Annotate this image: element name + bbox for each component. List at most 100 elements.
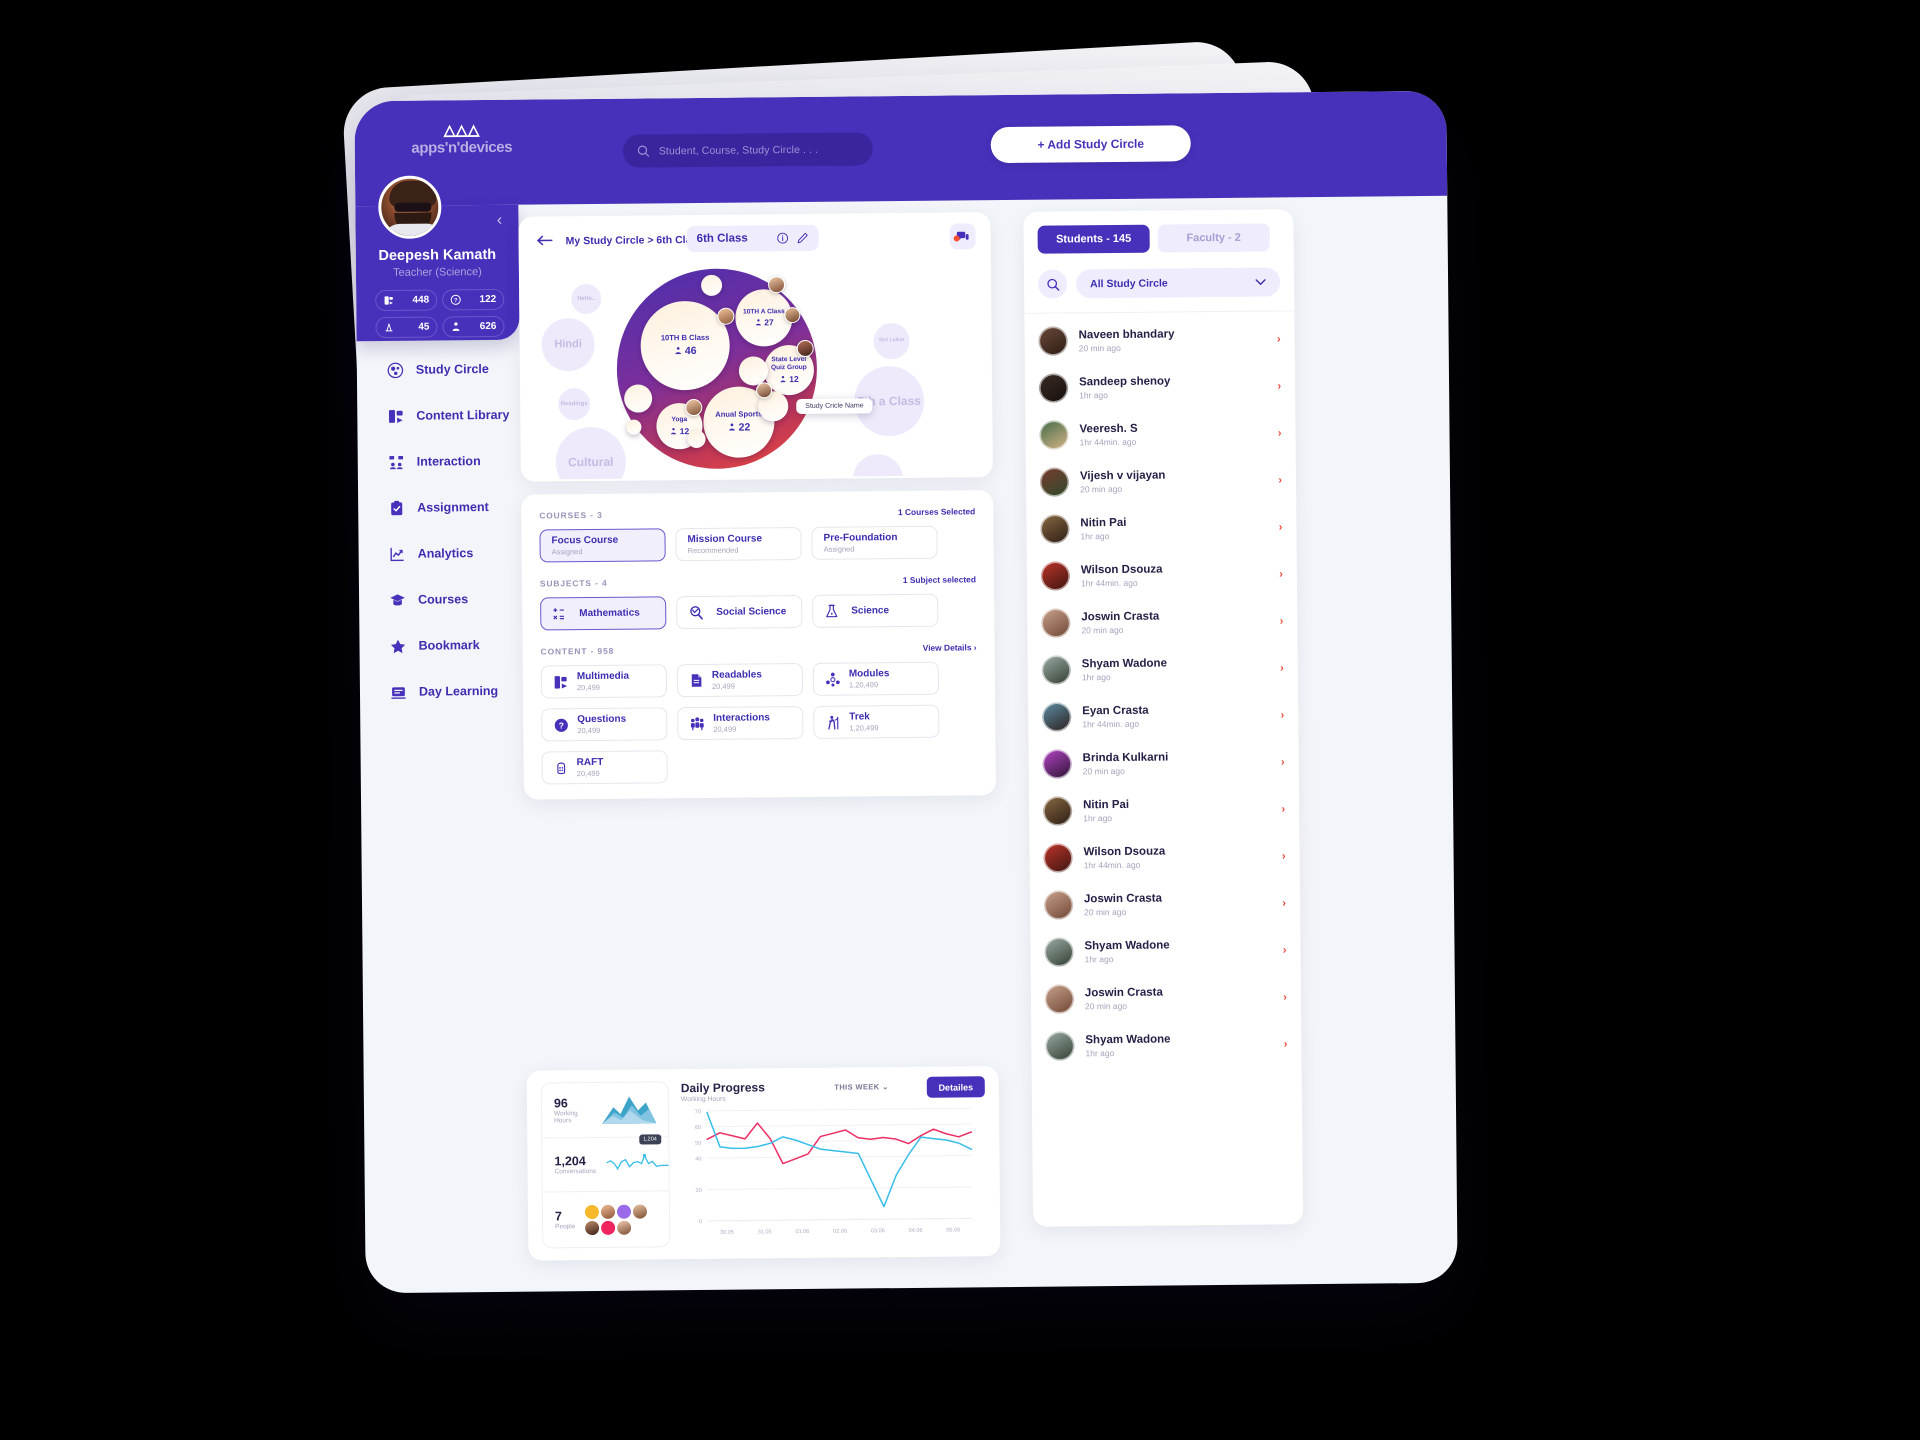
- student-row[interactable]: Sandeep shenoy 1hr ago ›: [1025, 362, 1295, 412]
- student-row[interactable]: Eyan Crasta 1hr 44min. ago ›: [1028, 691, 1298, 741]
- avatar[interactable]: [601, 1220, 616, 1235]
- sidebar-item-study-circle[interactable]: Study Circle: [357, 350, 520, 390]
- bubble-empty[interactable]: [624, 384, 653, 413]
- chevron-right-icon[interactable]: ›: [1282, 897, 1286, 909]
- back-arrow-icon[interactable]: [537, 233, 553, 251]
- chevron-right-icon[interactable]: ›: [1279, 521, 1283, 533]
- student-row[interactable]: Joswin Crasta 20 min ago ›: [1031, 973, 1301, 1023]
- study-circle-filter-select[interactable]: All Study Circle: [1075, 267, 1281, 299]
- content-chip-readables[interactable]: Readables 20,499: [676, 662, 804, 698]
- ghost-bubble[interactable]: Hindi: [541, 317, 595, 372]
- students-search-button[interactable]: [1037, 269, 1068, 299]
- details-button[interactable]: Detailes: [926, 1076, 985, 1098]
- member-avatar[interactable]: [685, 398, 703, 417]
- student-row[interactable]: Naveen bhandary 20 min ago ›: [1024, 315, 1294, 365]
- content-chip-trek[interactable]: Trek 1,20,499: [813, 704, 940, 739]
- students-list[interactable]: Naveen bhandary 20 min ago › Sandeep shenoy…: [1024, 311, 1301, 1070]
- ghost-bubble[interactable]: Shri Lalkar: [873, 322, 910, 360]
- chevron-right-icon[interactable]: ›: [1278, 427, 1282, 439]
- student-row[interactable]: Shyam Wadone 1hr ago ›: [1030, 926, 1300, 976]
- student-row[interactable]: Vijesh v vijayan 20 min ago ›: [1026, 456, 1296, 506]
- bubble-empty[interactable]: [687, 429, 706, 449]
- subject-chip-mathematics[interactable]: Mathematics: [540, 596, 667, 631]
- week-range-selector[interactable]: THIS WEEK ⌄: [834, 1082, 889, 1092]
- sidebar-item-content-library[interactable]: Content Library: [357, 396, 520, 436]
- chevron-right-icon[interactable]: ›: [1283, 991, 1287, 1003]
- chevron-right-icon[interactable]: ›: [1278, 474, 1282, 486]
- breadcrumb[interactable]: My Study Circle > 6th Class: [566, 234, 704, 247]
- ghost-bubble[interactable]: Cultural: [555, 426, 627, 480]
- stat-trek[interactable]: 45: [375, 316, 438, 339]
- brand-logo[interactable]: apps'n'devices: [407, 124, 517, 157]
- avatar[interactable]: [617, 1204, 632, 1219]
- member-avatar[interactable]: [717, 307, 735, 325]
- chevron-right-icon[interactable]: ›: [1283, 944, 1287, 956]
- chevron-right-icon[interactable]: ›: [1284, 1038, 1288, 1050]
- sidebar-item-bookmark[interactable]: Bookmark: [359, 626, 522, 666]
- sidebar-item-day-learning[interactable]: Day Learning: [360, 672, 523, 712]
- ghost-bubble[interactable]: Hello..: [571, 283, 602, 315]
- avatar[interactable]: [601, 1204, 616, 1219]
- chevron-right-icon[interactable]: ›: [1277, 380, 1281, 392]
- chevron-right-icon[interactable]: ›: [1280, 662, 1284, 674]
- student-row[interactable]: Shyam Wadone 1hr ago ›: [1031, 1020, 1301, 1070]
- member-avatar[interactable]: [756, 382, 773, 399]
- chevron-right-icon[interactable]: ›: [1281, 803, 1285, 815]
- subject-chip-science[interactable]: Science: [812, 593, 939, 628]
- student-row[interactable]: Veeresh. S 1hr 44min. ago ›: [1025, 409, 1295, 459]
- bubble-empty[interactable]: [738, 356, 769, 386]
- content-chip-multimedia[interactable]: Multimedia 20,499: [540, 664, 668, 699]
- student-row[interactable]: Shyam Wadone 1hr ago ›: [1028, 644, 1298, 694]
- content-chip-questions[interactable]: ? Questions 20,499: [541, 707, 668, 742]
- ghost-bubble[interactable]: Readings: [558, 388, 591, 421]
- edit-pencil-icon[interactable]: [797, 232, 809, 244]
- profile-avatar[interactable]: [378, 175, 442, 240]
- subject-chip-social-science[interactable]: Social Science: [676, 594, 803, 630]
- add-study-circle-button[interactable]: + Add Study Circle: [990, 125, 1191, 164]
- global-search[interactable]: Student, Course, Study Circle . . .: [622, 132, 873, 168]
- student-row[interactable]: Brinda Kulkarni 20 min ago ›: [1028, 738, 1298, 788]
- avatar[interactable]: [617, 1220, 632, 1235]
- student-row[interactable]: Wilson Dsouza 1hr 44min. ago ›: [1029, 832, 1299, 882]
- sidebar-item-analytics[interactable]: Analytics: [358, 534, 521, 574]
- bubble-empty[interactable]: [626, 419, 642, 435]
- avatar[interactable]: [585, 1204, 600, 1219]
- content-chip-interactions[interactable]: Interactions 20,499: [677, 705, 804, 741]
- tab-students[interactable]: Students - 145: [1037, 224, 1150, 254]
- avatar[interactable]: [633, 1204, 648, 1219]
- chevron-right-icon[interactable]: ›: [1281, 709, 1285, 721]
- chevron-right-icon[interactable]: ›: [1280, 615, 1284, 627]
- bubble-empty[interactable]: [700, 274, 723, 296]
- class-selector[interactable]: 6th Class: [686, 224, 819, 253]
- content-chip-modules[interactable]: Modules 1,20,499: [812, 661, 940, 696]
- stat-questions[interactable]: ? 122: [442, 288, 505, 311]
- chevron-right-icon[interactable]: ›: [1282, 850, 1286, 862]
- course-chip-focus-course[interactable]: Focus Course Assigned: [539, 528, 666, 563]
- content-chip-raft[interactable]: RAFT 20,499: [541, 750, 668, 785]
- stat-students[interactable]: 626: [442, 315, 505, 338]
- sidebar-item-interaction[interactable]: Interaction: [358, 442, 521, 482]
- stat-content[interactable]: 448: [375, 289, 438, 312]
- student-row[interactable]: Nitin Pai 1hr ago ›: [1026, 503, 1296, 553]
- view-details-link[interactable]: View Details ›: [923, 642, 977, 653]
- messages-button[interactable]: [949, 223, 976, 250]
- chevron-right-icon[interactable]: ›: [1279, 568, 1283, 580]
- member-avatar[interactable]: [784, 306, 801, 324]
- avatar[interactable]: [585, 1220, 600, 1235]
- student-row[interactable]: Joswin Crasta 20 min ago ›: [1027, 597, 1297, 647]
- sidebar-item-assignment[interactable]: Assignment: [358, 488, 521, 528]
- course-chip-mission-course[interactable]: Mission Course Recommended: [675, 526, 802, 562]
- course-chip-pre-foundation[interactable]: Pre-Foundation Assigned: [811, 525, 938, 560]
- student-row[interactable]: Wilson Dsouza 1hr 44min. ago ›: [1027, 550, 1297, 600]
- info-icon[interactable]: [777, 232, 789, 244]
- student-row[interactable]: Joswin Crasta 20 min ago ›: [1030, 879, 1300, 929]
- collapse-sidebar-icon[interactable]: ‹: [489, 211, 509, 231]
- chevron-right-icon[interactable]: ›: [1277, 333, 1281, 345]
- sidebar-item-courses[interactable]: Courses: [359, 580, 522, 620]
- member-avatar[interactable]: [796, 339, 814, 358]
- chevron-right-icon[interactable]: ›: [1281, 756, 1285, 768]
- member-avatar[interactable]: [768, 276, 786, 294]
- tab-faculty[interactable]: Faculty - 2: [1157, 223, 1270, 253]
- student-row[interactable]: Nitin Pai 1hr ago ›: [1029, 785, 1299, 835]
- ghost-bubble[interactable]: Yoga Adv.: [852, 454, 904, 480]
